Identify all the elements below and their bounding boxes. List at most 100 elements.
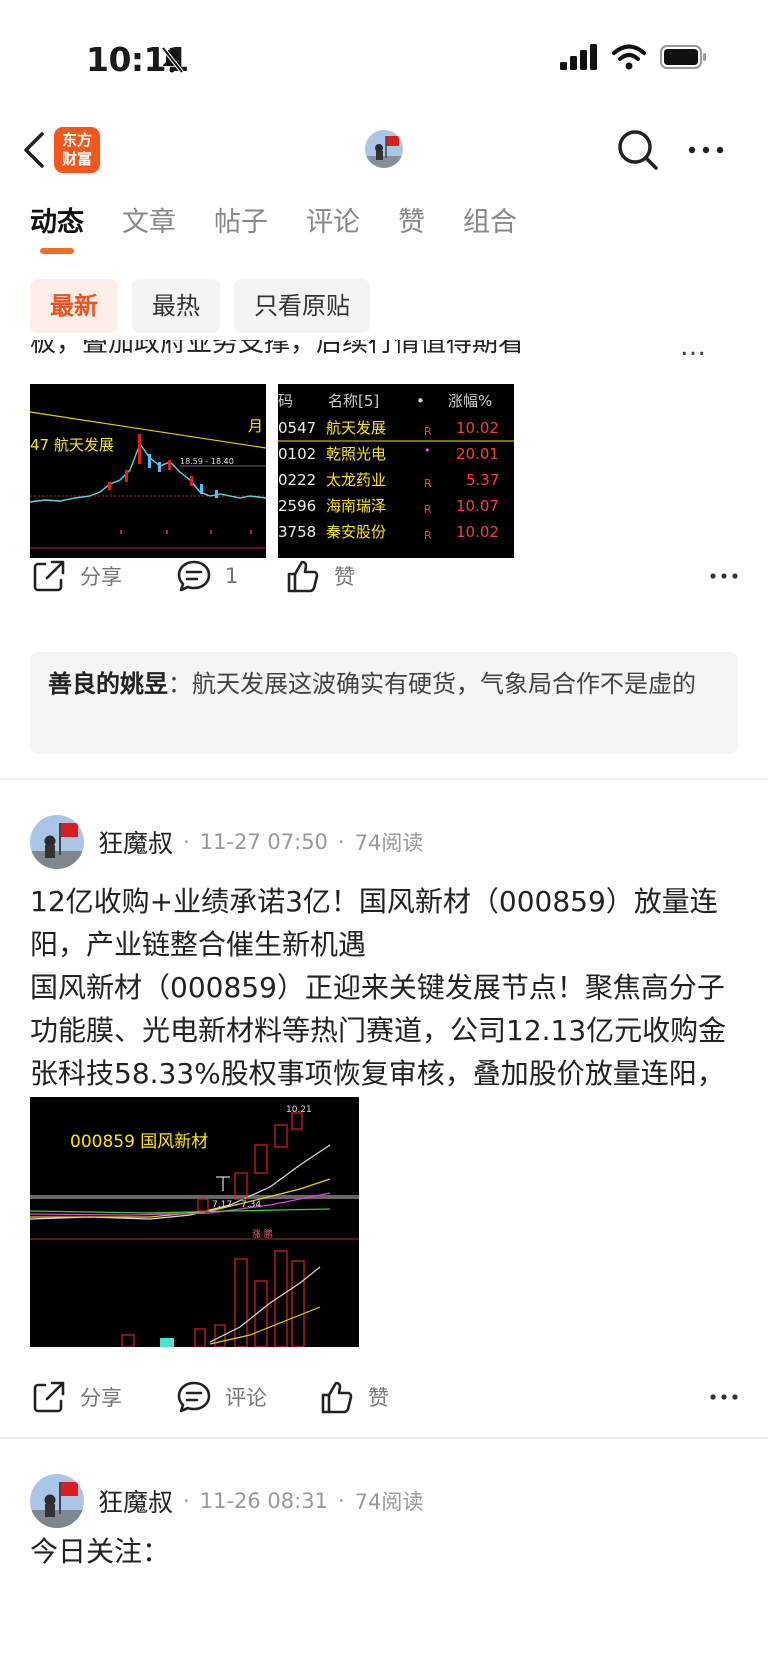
like-label: 赞 (368, 1386, 389, 1410)
table-header: • (416, 392, 425, 410)
table-header: 名称[5] (328, 392, 379, 410)
chart-range-label: 7.17 - 7.34 (212, 1200, 261, 1210)
search-icon[interactable] (614, 126, 662, 174)
table-cell: R (424, 425, 432, 438)
comment-icon (177, 560, 211, 592)
post-actions: 分享 1 赞 (30, 546, 740, 606)
tab-posts[interactable]: 帖子 (214, 196, 268, 256)
table-cell: 航天发展 (326, 419, 386, 437)
kline-chart: 47 航天发展 月 18.59 - 18.40 (30, 384, 266, 558)
like-button[interactable]: 赞 (318, 1367, 389, 1427)
chart-stock-label: 000859 国风新材 (70, 1132, 208, 1152)
table-cell: 3758 (278, 523, 316, 541)
profile-tabs: 动态 文章 帖子 评论 赞 组合 (30, 196, 555, 256)
table-cell: 0222 (278, 471, 316, 489)
status-bar: 10:11 (0, 0, 768, 110)
filter-latest[interactable]: 最新 (30, 279, 118, 333)
tab-articles[interactable]: 文章 (122, 196, 176, 256)
post-text-partial[interactable]: 板，叠加政府业务支撑，后续行情值得期看 (30, 340, 730, 359)
tab-likes[interactable]: 赞 (398, 196, 425, 256)
like-button[interactable]: 赞 (284, 546, 355, 606)
author-name[interactable]: 狂魔叔 (98, 1483, 173, 1519)
stock-table: 码 名称[5] • 涨幅% 0547 航天发展 R 10.02 0102 乾照光… (278, 384, 514, 558)
table-cell: 20.01 (456, 445, 499, 463)
tab-portfolio[interactable]: 组合 (463, 196, 517, 256)
tab-active-indicator (40, 248, 74, 254)
table-cell: R (424, 477, 432, 490)
tab-label: 评论 (306, 207, 360, 238)
comment-button[interactable]: 1 (175, 546, 238, 606)
post-body-partial[interactable]: 今日关注： (30, 1530, 742, 1573)
silent-bell-icon (161, 46, 184, 74)
post-image-stock-table[interactable]: 码 名称[5] • 涨幅% 0547 航天发展 R 10.02 0102 乾照光… (278, 384, 514, 558)
comment-icon (177, 1381, 211, 1413)
post-image-chart[interactable]: 47 航天发展 月 18.59 - 18.40 (30, 384, 266, 558)
table-cell: 5.37 (466, 471, 499, 489)
author-avatar[interactable] (30, 815, 84, 869)
app-logo[interactable]: 东方 财富 (54, 127, 100, 173)
table-cell: 10.02 (456, 419, 499, 437)
post-text-ellipsis: … (680, 340, 706, 362)
chart-corner-label: 月 (248, 417, 263, 435)
post-author-row: 狂魔叔 · 11-27 07:50 · 74阅读 (30, 814, 423, 870)
comment-separator: ： (168, 670, 192, 698)
share-button[interactable]: 分享 (30, 1367, 122, 1427)
read-count: 74阅读 (354, 1490, 424, 1514)
kline-chart: 000859 国风新材 10.21 7.17 - 7.34 涨 鹏 (30, 1097, 359, 1347)
table-header: 码 (278, 392, 293, 410)
table-cell: 0102 (278, 445, 316, 463)
table-cell: 0547 (278, 419, 316, 437)
table-cell: • (424, 444, 431, 457)
post-more-icon[interactable] (708, 1381, 740, 1413)
table-cell: 乾照光电 (326, 445, 386, 463)
post-date: 11-26 08:31 (199, 1489, 328, 1513)
post-more-icon[interactable] (708, 560, 740, 592)
table-cell: 秦安股份 (326, 523, 386, 541)
table-cell: R (424, 503, 432, 516)
meta-dot: · (337, 1489, 345, 1513)
table-cell: 太龙药业 (326, 471, 386, 489)
author-name[interactable]: 狂魔叔 (98, 824, 173, 860)
chart-range-label: 18.59 - 18.40 (180, 457, 234, 466)
comment-button[interactable]: 评论 (175, 1367, 267, 1427)
table-cell: 海南瑞泽 (326, 497, 386, 515)
chart-high-label: 10.21 (286, 1105, 312, 1115)
nav-bar: 东方 财富 (0, 110, 768, 190)
table-cell: 10.02 (456, 523, 499, 541)
like-label: 赞 (334, 565, 355, 589)
post-divider (0, 778, 768, 780)
post-divider (0, 1437, 768, 1439)
logo-line2: 财富 (61, 150, 92, 168)
share-icon (33, 560, 65, 592)
wifi-icon (612, 44, 646, 70)
table-cell: 10.07 (456, 497, 499, 515)
read-count: 74阅读 (354, 831, 424, 855)
post-author-row: 狂魔叔 · 11-26 08:31 · 74阅读 (30, 1473, 423, 1529)
share-button[interactable]: 分享 (30, 546, 122, 606)
comment-username[interactable]: 善良的姚昱 (48, 670, 168, 698)
comment-count: 1 (225, 564, 239, 588)
filter-chips: 最新 最热 只看原贴 (30, 279, 370, 333)
share-icon (33, 1381, 65, 1413)
tab-comments[interactable]: 评论 (306, 196, 360, 256)
filter-hottest[interactable]: 最热 (132, 279, 220, 333)
profile-avatar[interactable] (365, 130, 403, 168)
share-label: 分享 (80, 1386, 122, 1410)
more-icon[interactable] (684, 132, 728, 168)
tab-label: 文章 (122, 207, 176, 238)
signal-icon (560, 44, 597, 70)
tab-dynamic[interactable]: 动态 (30, 196, 84, 256)
tab-label: 赞 (398, 207, 425, 238)
meta-dot: · (337, 830, 345, 854)
back-icon[interactable] (16, 128, 56, 172)
comment-text: 航天发展这波确实有硬货，气象局合作不是虚的 (192, 670, 696, 698)
share-label: 分享 (80, 565, 122, 589)
comment-preview[interactable]: 善良的姚昱：航天发展这波确实有硬货，气象局合作不是虚的 (30, 652, 738, 754)
filter-original-only[interactable]: 只看原贴 (234, 279, 370, 333)
author-avatar[interactable] (30, 1474, 84, 1528)
meta-dot: · (183, 1489, 190, 1513)
thumbs-up-icon (321, 1381, 353, 1414)
chart-stock-label: 47 航天发展 (30, 436, 114, 454)
post-image-chart[interactable]: 000859 国风新材 10.21 7.17 - 7.34 涨 鹏 (30, 1097, 359, 1347)
table-cell: R (424, 529, 432, 542)
